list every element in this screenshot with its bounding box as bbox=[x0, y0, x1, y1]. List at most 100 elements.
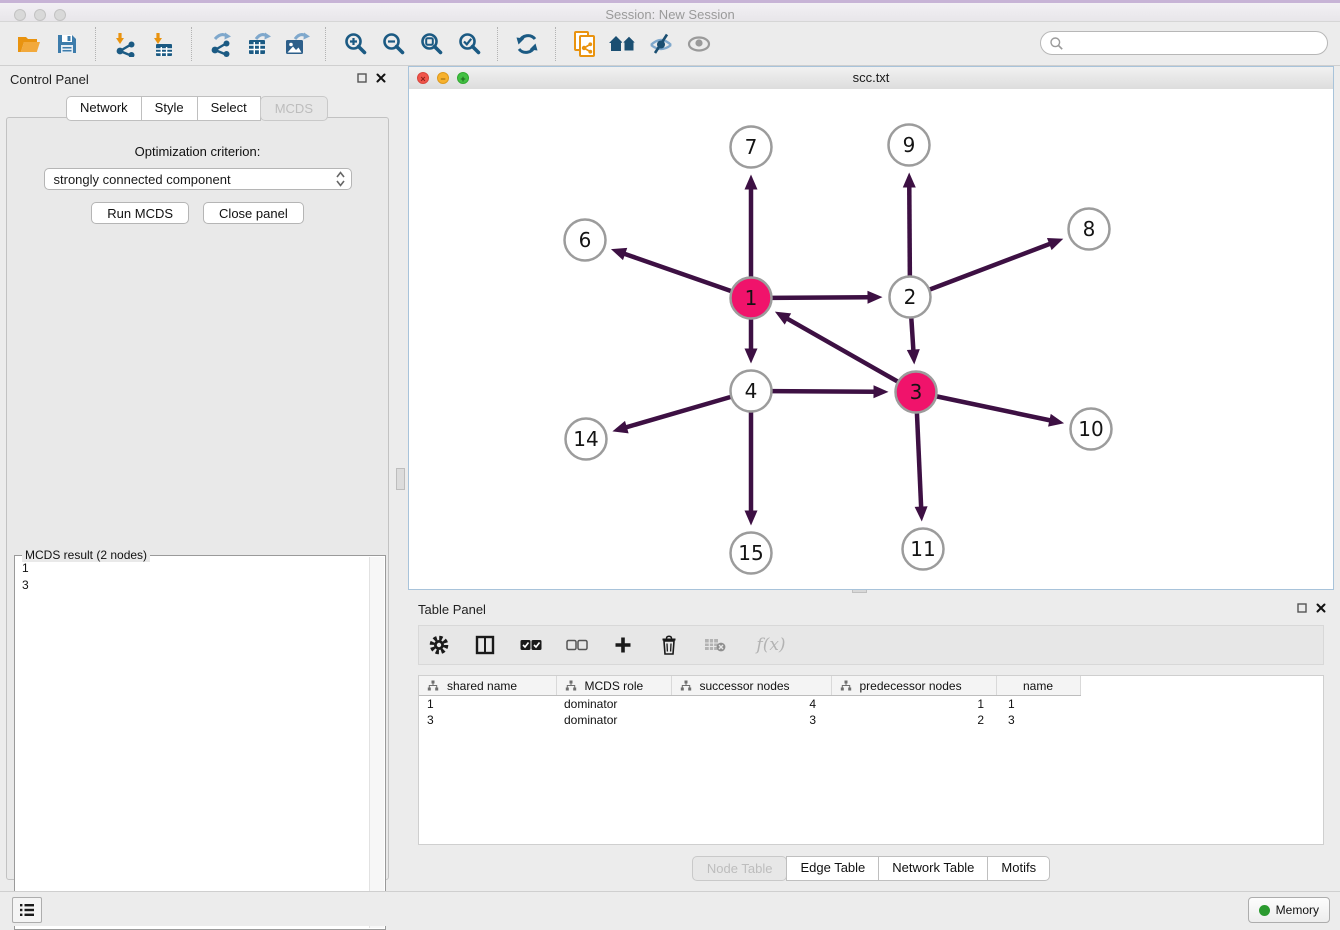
shared-column-icon bbox=[680, 680, 692, 692]
graph-edge[interactable] bbox=[917, 412, 921, 508]
table-cell[interactable]: 3 bbox=[419, 712, 556, 728]
column-header-successor-nodes[interactable]: successor nodes bbox=[671, 676, 831, 696]
float-panel-icon[interactable] bbox=[1297, 603, 1307, 613]
shared-column-icon bbox=[427, 680, 439, 692]
table-row[interactable]: 3dominator323 bbox=[419, 712, 1323, 728]
zoom-fit-icon[interactable] bbox=[412, 25, 450, 63]
network-window-titlebar[interactable]: × − + scc.txt bbox=[409, 67, 1333, 90]
table-settings-gear-icon[interactable] bbox=[427, 632, 451, 658]
memory-button[interactable]: Memory bbox=[1248, 897, 1330, 923]
open-folder-icon[interactable] bbox=[10, 25, 48, 63]
search-input[interactable] bbox=[1068, 35, 1319, 51]
function-builder-icon: f(x) bbox=[749, 632, 793, 658]
tab-select[interactable]: Select bbox=[197, 96, 261, 121]
mcds-result-box: MCDS result (2 nodes) 13 bbox=[14, 555, 386, 930]
table-cell[interactable]: dominator bbox=[556, 712, 671, 728]
select-all-columns-icon[interactable] bbox=[519, 632, 543, 658]
apply-layout-icon[interactable] bbox=[508, 25, 546, 63]
graph-edge-arrowhead bbox=[915, 506, 928, 521]
graph-node-label: 8 bbox=[1083, 217, 1096, 241]
tab-node-table[interactable]: Node Table bbox=[692, 856, 788, 881]
search-box[interactable] bbox=[1040, 31, 1328, 55]
close-panel-button[interactable]: Close panel bbox=[203, 202, 304, 224]
memory-label: Memory bbox=[1276, 903, 1319, 917]
graph-edge-arrowhead bbox=[745, 349, 758, 364]
table-cell[interactable]: 3 bbox=[996, 712, 1080, 728]
table-row[interactable]: 1dominator411 bbox=[419, 696, 1323, 713]
table-cell[interactable]: 1 bbox=[831, 696, 996, 713]
delete-column-trash-icon[interactable] bbox=[657, 632, 681, 658]
graph-edge[interactable] bbox=[909, 185, 910, 276]
mcds-panel: Optimization criterion: strongly connect… bbox=[6, 117, 389, 880]
shared-column-icon bbox=[565, 680, 577, 692]
graph-node-label: 15 bbox=[738, 541, 763, 565]
close-panel-icon[interactable] bbox=[1316, 603, 1326, 613]
column-header-mcds-role[interactable]: MCDS role bbox=[556, 676, 671, 696]
task-history-button[interactable] bbox=[12, 897, 42, 923]
graph-edge[interactable] bbox=[911, 317, 913, 351]
table-cell[interactable]: 2 bbox=[831, 712, 996, 728]
graph-edge-arrowhead bbox=[612, 421, 628, 433]
home-icon[interactable] bbox=[604, 25, 642, 63]
graph-edge[interactable] bbox=[771, 391, 875, 392]
close-panel-icon[interactable] bbox=[376, 73, 386, 83]
list-icon bbox=[19, 903, 35, 917]
control-panel-tabs: Network Style Select MCDS bbox=[0, 96, 394, 121]
tab-mcds[interactable]: MCDS bbox=[260, 96, 328, 121]
result-scrollbar[interactable] bbox=[369, 557, 384, 928]
column-header-name[interactable]: name bbox=[996, 676, 1080, 696]
zoom-selected-icon[interactable] bbox=[450, 25, 488, 63]
graph-node-label: 11 bbox=[910, 537, 935, 561]
table-cell[interactable]: 1 bbox=[419, 696, 556, 713]
criterion-select[interactable]: strongly connected component bbox=[44, 168, 352, 190]
deselect-all-columns-icon[interactable] bbox=[565, 632, 589, 658]
zoom-out-icon[interactable] bbox=[374, 25, 412, 63]
export-network-icon[interactable] bbox=[202, 25, 240, 63]
network-from-selection-icon[interactable] bbox=[566, 25, 604, 63]
run-mcds-button[interactable]: Run MCDS bbox=[91, 202, 189, 224]
vertical-splitter-handle[interactable] bbox=[396, 468, 405, 490]
mcds-result-list[interactable]: 13 bbox=[15, 558, 370, 929]
export-table-icon[interactable] bbox=[240, 25, 278, 63]
tab-network-table[interactable]: Network Table bbox=[878, 856, 988, 881]
zoom-in-icon[interactable] bbox=[336, 25, 374, 63]
graph-edge-arrowhead bbox=[745, 511, 758, 526]
import-network-icon[interactable] bbox=[106, 25, 144, 63]
toolbar-separator bbox=[95, 27, 97, 61]
show-columns-icon[interactable] bbox=[473, 632, 497, 658]
graph-edge[interactable] bbox=[936, 396, 1051, 420]
network-canvas[interactable]: 1234678910111415 bbox=[409, 89, 1333, 589]
window-title: Session: New Session bbox=[0, 7, 1340, 22]
tab-network[interactable]: Network bbox=[66, 96, 142, 121]
table-panel: Table Panel f(x) bbox=[408, 596, 1334, 890]
graph-node-label: 6 bbox=[579, 228, 592, 252]
table-cell[interactable]: 4 bbox=[671, 696, 831, 713]
graph-edge[interactable] bbox=[625, 397, 731, 428]
table-cell[interactable]: 1 bbox=[996, 696, 1080, 713]
graph-edge[interactable] bbox=[623, 253, 731, 291]
graph-edge[interactable] bbox=[929, 243, 1051, 289]
import-table-icon[interactable] bbox=[144, 25, 182, 63]
column-header-predecessor-nodes[interactable]: predecessor nodes bbox=[831, 676, 996, 696]
graph-node-label: 14 bbox=[573, 427, 598, 451]
network-view-window: × − + scc.txt 1234678910111415 bbox=[408, 66, 1334, 590]
create-column-plus-icon[interactable] bbox=[611, 632, 635, 658]
save-session-icon[interactable] bbox=[48, 25, 86, 63]
column-header-shared-name[interactable]: shared name bbox=[419, 676, 556, 696]
graph-edge-arrowhead bbox=[1047, 238, 1063, 250]
table-cell[interactable]: dominator bbox=[556, 696, 671, 713]
tab-motifs[interactable]: Motifs bbox=[987, 856, 1050, 881]
float-panel-icon[interactable] bbox=[357, 73, 367, 83]
table-cell[interactable]: 3 bbox=[671, 712, 831, 728]
memory-status-dot bbox=[1259, 905, 1270, 916]
tab-edge-table[interactable]: Edge Table bbox=[786, 856, 879, 881]
graph-edge[interactable] bbox=[786, 318, 898, 382]
graphics-details-icon[interactable] bbox=[642, 25, 680, 63]
graph-edge-arrowhead bbox=[867, 291, 882, 304]
table-header-row: shared name MCDS role successor nodes pr… bbox=[419, 676, 1323, 696]
criterion-value: strongly connected component bbox=[54, 172, 336, 187]
graph-edge[interactable] bbox=[771, 297, 869, 298]
header-filler bbox=[1080, 676, 1323, 696]
tab-style[interactable]: Style bbox=[141, 96, 198, 121]
export-image-icon[interactable] bbox=[278, 25, 316, 63]
